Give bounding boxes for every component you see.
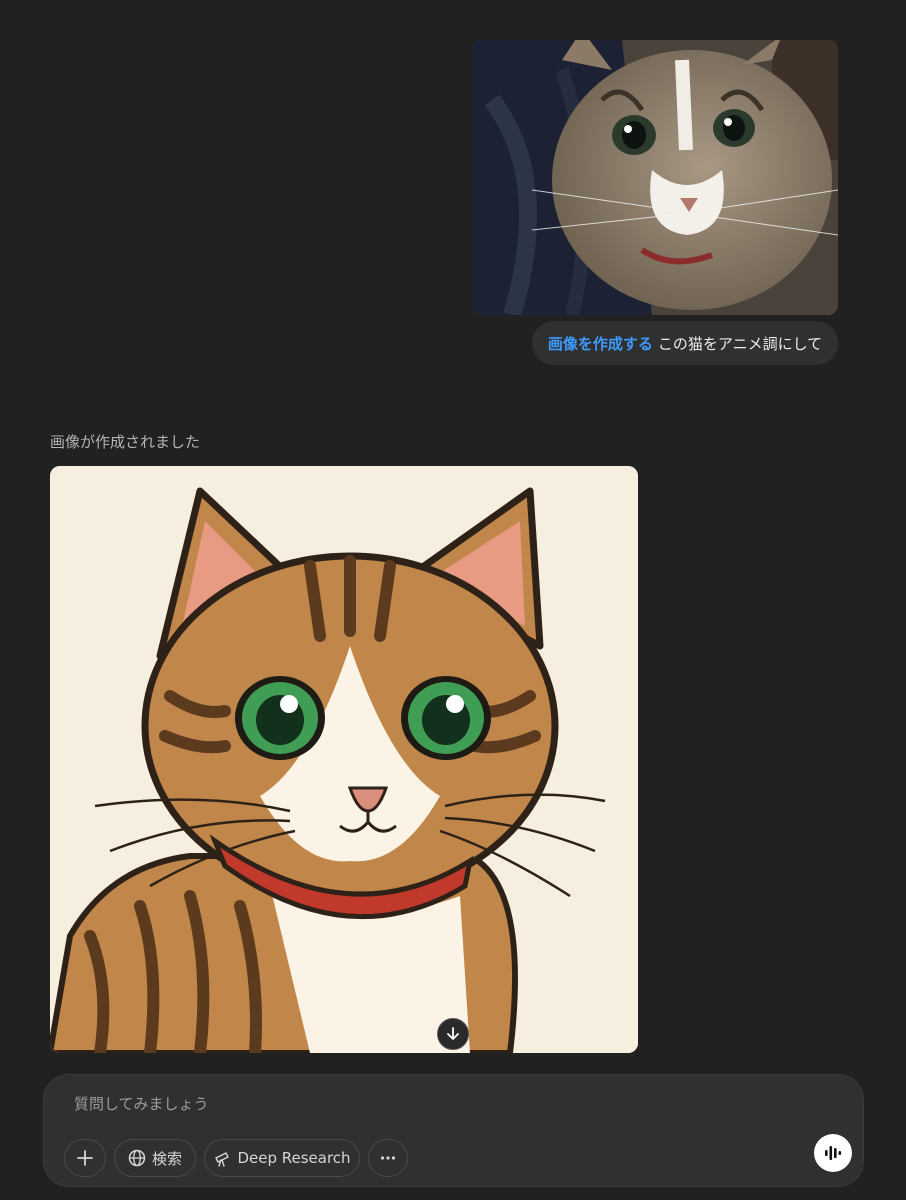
generated-image[interactable] [50,466,638,1053]
more-options-button[interactable] [368,1139,408,1177]
anime-cat-illustration-icon [50,466,638,1053]
user-message-bubble: 画像を作成する この猫をアニメ調にして [532,321,838,365]
download-image-button[interactable] [437,1018,469,1050]
composer: 質問してみましょう 検索 Deep Research [43,1074,864,1187]
composer-input[interactable]: 質問してみましょう [74,1093,209,1114]
arrow-down-icon [447,1027,459,1040]
deep-research-button[interactable]: Deep Research [204,1139,360,1177]
add-button[interactable] [64,1139,106,1177]
create-image-tag[interactable]: 画像を作成する [548,333,653,354]
telescope-icon [215,1152,230,1167]
voice-mode-button[interactable] [814,1134,852,1172]
cat-photo-image [472,40,838,315]
plus-icon [77,1150,93,1166]
user-message-text: この猫をアニメ調にして [657,334,823,353]
ellipsis-icon [380,1156,396,1160]
user-attached-photo[interactable] [472,40,838,315]
search-button[interactable]: 検索 [114,1139,196,1177]
voice-waveform-icon [825,1146,842,1160]
assistant-status-text: 画像が作成されました [50,433,201,451]
globe-icon [128,1149,146,1167]
search-button-label: 検索 [151,1149,182,1168]
deep-research-label: Deep Research [237,1149,351,1167]
